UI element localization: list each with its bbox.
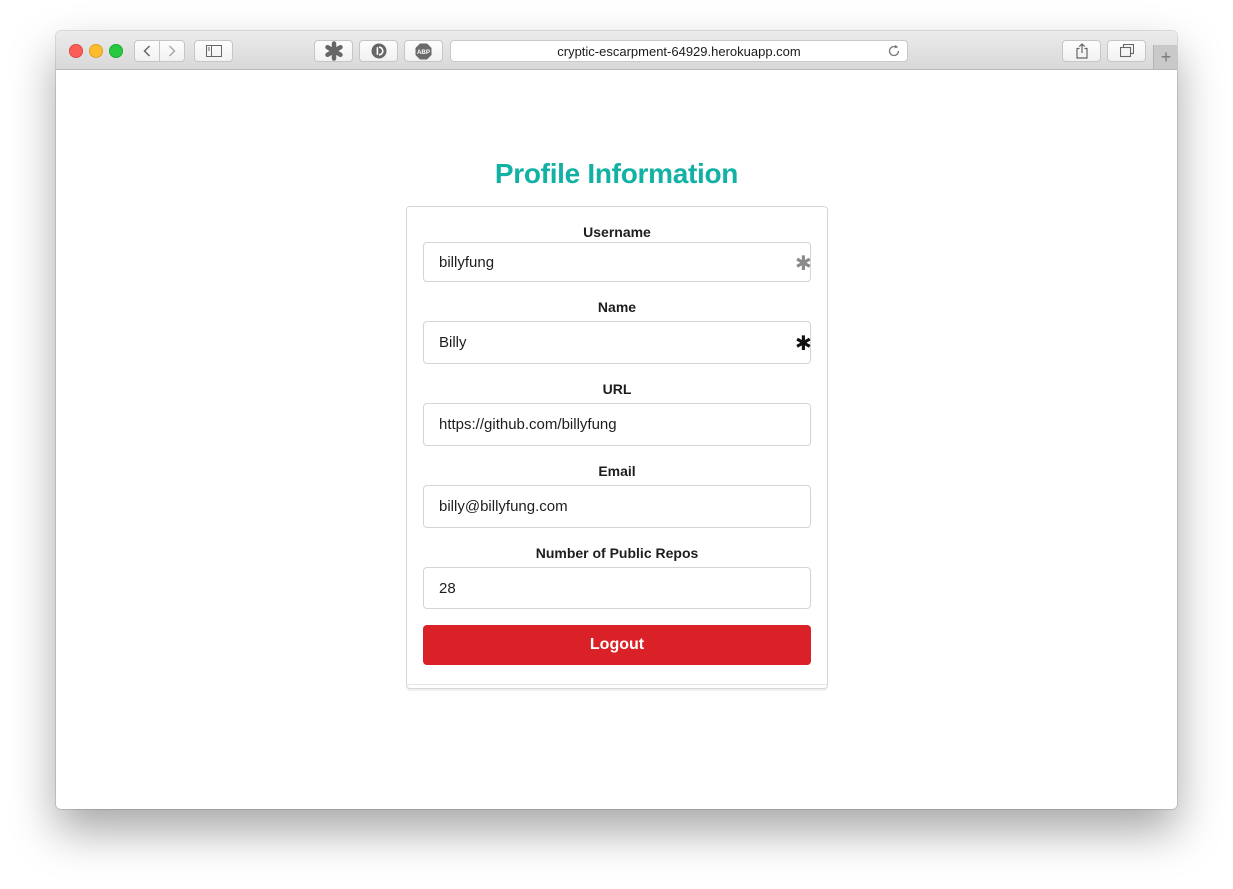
- svg-text:ABP: ABP: [417, 49, 430, 56]
- adblock-plus-extension-icon: ABP: [415, 43, 432, 59]
- public-repos-label: Number of Public Repos: [535, 545, 699, 561]
- sidebar-icon: [205, 45, 222, 57]
- disconnect-extension-icon: [371, 43, 386, 59]
- new-tab-button[interactable]: +: [1153, 45, 1177, 69]
- sidebar-toggle-button[interactable]: [194, 40, 233, 62]
- profile-card: Username ✱ Name ✱ URL Email Number of Pu…: [406, 206, 828, 689]
- extension-disconnect-button[interactable]: [359, 40, 398, 62]
- back-button[interactable]: [135, 41, 159, 61]
- share-icon: [1075, 43, 1088, 59]
- card-divider: [407, 684, 827, 685]
- browser-window: ABP cryptic-escarpment-64929.herokuapp.c…: [56, 31, 1177, 809]
- page-title: Profile Information: [494, 158, 739, 189]
- url-text: cryptic-escarpment-64929.herokuapp.com: [557, 43, 801, 59]
- url-input[interactable]: [423, 403, 811, 446]
- username-input[interactable]: [423, 242, 811, 282]
- tabs-overview-icon: [1119, 44, 1134, 58]
- username-label: Username: [583, 224, 651, 240]
- name-label: Name: [597, 299, 637, 315]
- reload-icon[interactable]: [887, 44, 901, 61]
- chevron-right-icon: [168, 45, 176, 57]
- required-asterisk-icon: ✱: [795, 333, 812, 355]
- name-input[interactable]: [423, 321, 811, 364]
- required-asterisk-icon: ✱: [795, 253, 812, 275]
- maximize-window-button[interactable]: [109, 44, 123, 58]
- forward-button[interactable]: [159, 41, 184, 61]
- logout-button[interactable]: Logout: [423, 625, 811, 665]
- show-tabs-button[interactable]: [1107, 40, 1146, 62]
- page-content: Profile Information Username ✱ Name ✱ UR…: [56, 70, 1177, 809]
- chevron-left-icon: [143, 45, 151, 57]
- email-label: Email: [598, 463, 636, 479]
- address-bar[interactable]: cryptic-escarpment-64929.herokuapp.com: [450, 40, 908, 62]
- browser-toolbar: ABP cryptic-escarpment-64929.herokuapp.c…: [56, 31, 1177, 70]
- close-window-button[interactable]: [69, 44, 83, 58]
- email-input[interactable]: [423, 485, 811, 528]
- url-label: URL: [602, 381, 632, 397]
- public-repos-input[interactable]: [423, 567, 811, 609]
- minimize-window-button[interactable]: [89, 44, 103, 58]
- plus-icon: +: [1160, 46, 1172, 67]
- share-button[interactable]: [1062, 40, 1101, 62]
- extension-adblock-button[interactable]: ABP: [404, 40, 443, 62]
- asterisk-extension-icon: [324, 41, 343, 61]
- navigation-buttons: [134, 40, 185, 62]
- extension-asterisk-button[interactable]: [314, 40, 353, 62]
